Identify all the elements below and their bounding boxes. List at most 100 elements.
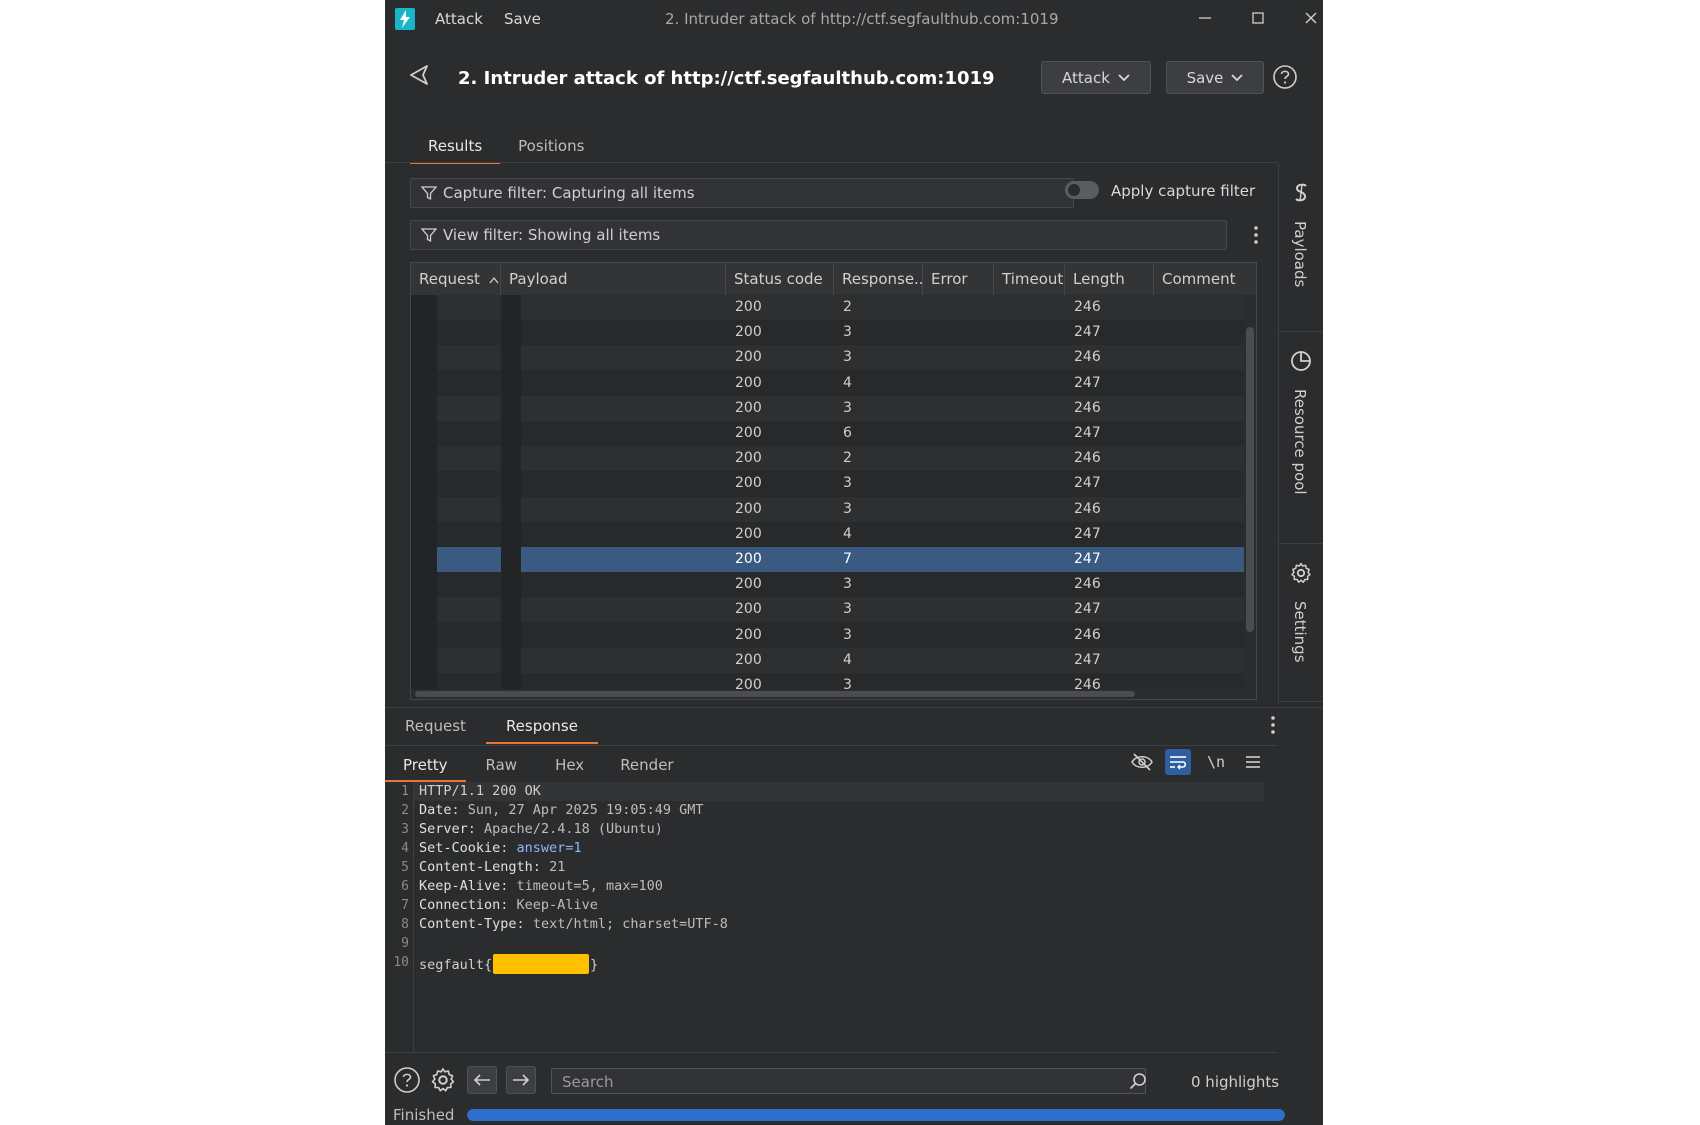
menu-save[interactable]: Save [504,10,541,28]
scrollbar-thumb[interactable] [415,691,1135,697]
response-time-cell: 4 [843,525,852,542]
tab-positions[interactable]: Positions [500,128,602,162]
apply-capture-filter-toggle[interactable] [1065,181,1099,199]
side-resource-pool-label: Resource pool [1291,389,1309,495]
tab-render[interactable]: Render [602,746,691,780]
intruder-attack-window: Attack Save 2. Intruder attack of http:/… [385,0,1323,1125]
column-timeout[interactable]: Timeout [994,263,1065,295]
back-arrow-icon[interactable] [407,62,433,88]
response-body-line: segfault{} [419,954,598,974]
table-row[interactable]: 200 4 247 [411,521,1244,547]
tabs-divider [385,162,1278,163]
table-row[interactable]: 200 3 246 [411,395,1244,421]
table-row[interactable]: 200 7 247 [411,547,1244,572]
more-options-icon[interactable] [1251,224,1261,246]
menu-attack[interactable]: Attack [435,10,483,28]
column-length[interactable]: Length [1065,263,1154,295]
tab-results[interactable]: Results [410,128,501,164]
line-number: 1 [401,784,409,799]
more-options-icon[interactable] [1268,714,1278,736]
header-key: Keep-Alive [419,878,501,894]
table-row[interactable]: 200 3 247 [411,471,1244,497]
table-row[interactable]: 200 4 247 [411,370,1244,396]
tab-raw[interactable]: Raw [466,746,538,780]
table-row[interactable]: 200 3 246 [411,572,1244,598]
settings-gear-icon [1291,562,1311,583]
side-resource-pool[interactable]: Resource pool [1279,331,1323,544]
progress-fill [467,1109,1285,1121]
length-cell: 247 [1074,551,1101,567]
previous-match-button[interactable] [467,1066,497,1094]
table-row[interactable]: 200 3 246 [411,496,1244,522]
side-payloads[interactable]: Payloads [1279,163,1323,332]
search-settings-button[interactable] [429,1066,457,1094]
table-row[interactable]: 200 3 247 [411,320,1244,346]
chevron-down-icon [1118,73,1130,81]
table-row[interactable]: 200 3 247 [411,597,1244,623]
word-wrap-toggle[interactable] [1165,749,1191,775]
length-cell: 247 [1074,651,1101,668]
column-request[interactable]: Request [411,263,501,295]
highlights-count: 0 highlights [1191,1073,1280,1091]
table-horizontal-scrollbar[interactable] [411,689,1244,699]
show-newlines-button[interactable]: \n [1203,749,1229,775]
table-row[interactable]: 200 2 246 [411,295,1244,320]
capture-filter-text: Capture filter: Capturing all items [443,184,695,202]
attack-dropdown-button[interactable]: Attack [1041,61,1151,94]
table-vertical-scrollbar[interactable] [1244,295,1256,699]
length-cell: 247 [1074,374,1101,391]
header-value: Apache/2.4.18 (Ubuntu) [484,821,663,837]
close-icon [1305,12,1317,24]
table-row[interactable]: 200 2 246 [411,446,1244,472]
tab-hex[interactable]: Hex [537,746,602,780]
search-icon[interactable] [1129,1072,1147,1090]
side-settings[interactable]: Settings [1279,543,1323,702]
payloads-icon [1295,183,1307,202]
arrow-right-icon [513,1074,530,1086]
table-row[interactable]: 200 6 247 [411,421,1244,446]
flag-prefix: segfault{ [419,957,493,973]
table-row[interactable]: 200 3 246 [411,622,1244,648]
status-line: HTTP/1.1 200 OK [419,783,541,799]
tab-request[interactable]: Request [385,708,486,742]
view-filter-bar[interactable]: View filter: Showing all items [410,220,1227,250]
tab-pretty[interactable]: Pretty [385,746,466,782]
minimize-button[interactable] [1189,4,1221,32]
redacted-flag [493,954,590,974]
side-payloads-label: Payloads [1291,221,1309,288]
status-code-cell: 200 [735,626,762,643]
length-cell: 247 [1074,601,1101,618]
column-status-code[interactable]: Status code [726,263,834,295]
next-match-button[interactable] [506,1066,536,1094]
response-time-cell: 4 [843,651,852,668]
view-filter-text: View filter: Showing all items [443,226,661,244]
close-button[interactable] [1295,4,1323,32]
table-row[interactable]: 200 3 246 [411,345,1244,371]
arrow-left-icon [473,1074,490,1086]
capture-filter-bar[interactable]: Capture filter: Capturing all items [410,178,1074,208]
table-row[interactable]: 200 4 247 [411,647,1244,673]
status-code-cell: 200 [735,576,762,593]
help-button[interactable] [393,1066,421,1094]
editor-menu-button[interactable] [1240,749,1266,775]
column-response[interactable]: Response... [834,263,923,295]
minimize-icon [1199,17,1211,19]
scrollbar-thumb[interactable] [1246,327,1254,632]
response-editor[interactable]: 1 2 3 4 5 6 7 8 9 10 HTTP/1.1 200 OK Dat… [385,782,1278,1052]
save-dropdown-button[interactable]: Save [1166,61,1264,94]
response-time-cell: 7 [843,551,852,567]
line-number: 8 [401,917,409,932]
header-line: Keep-Alive: timeout=5, max=100 [419,878,663,894]
line-number: 2 [401,803,409,818]
help-icon[interactable] [1272,64,1298,90]
column-payload[interactable]: Payload [501,263,726,295]
response-time-cell: 3 [843,601,852,618]
column-comment[interactable]: Comment [1154,263,1244,295]
hide-nonprintable-button[interactable] [1129,749,1155,775]
tab-response[interactable]: Response [485,708,598,744]
search-input[interactable]: Search [551,1068,1146,1094]
maximize-button[interactable] [1242,4,1274,32]
filter-icon [421,228,437,243]
column-error[interactable]: Error [923,263,994,295]
attack-button-label: Attack [1062,68,1110,87]
